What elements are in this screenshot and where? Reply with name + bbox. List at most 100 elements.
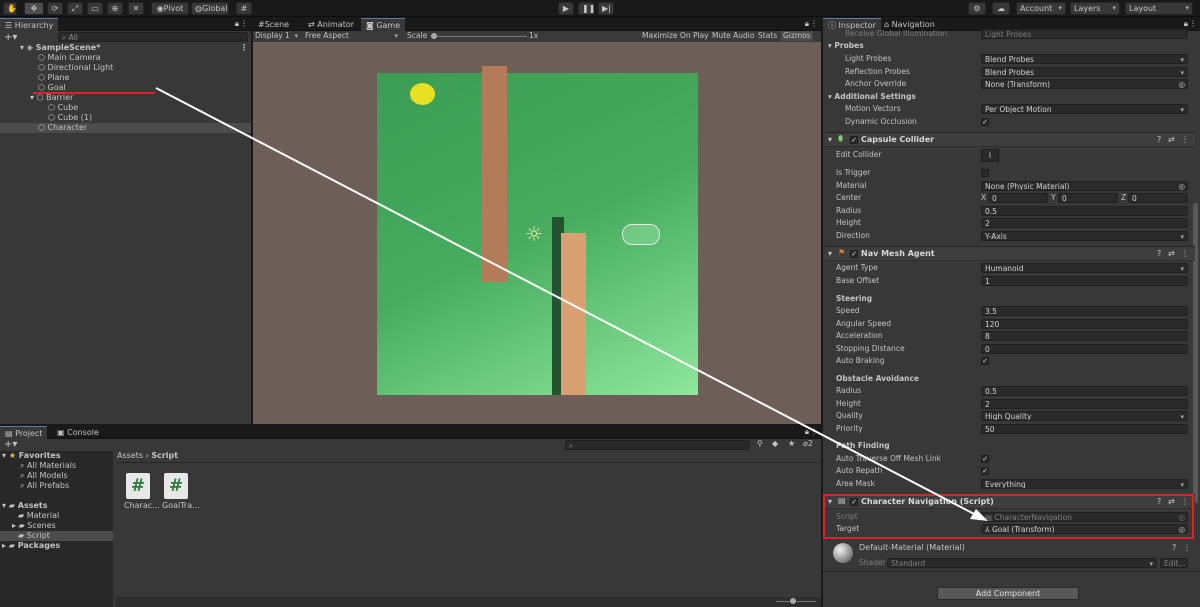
folder-script[interactable]: ▰ Script	[0, 531, 113, 541]
tab-game[interactable]: ◙ Game	[361, 18, 406, 31]
mute-audio-toggle[interactable]: Mute Audio	[712, 31, 754, 41]
object-picker-icon[interactable]: ◎	[1178, 80, 1185, 88]
filter-icon[interactable]: ⚲	[757, 439, 763, 448]
pause-button[interactable]: ❚❚	[578, 2, 595, 15]
icon-size-thumb[interactable]	[790, 598, 796, 604]
label-icon[interactable]: ◆	[772, 439, 778, 448]
quality-dropdown[interactable]: High Quality	[981, 411, 1188, 421]
navmesh-agent-header[interactable]: ▾ ⚑ ✓ Nav Mesh Agent ? ⇄ ⋮	[825, 246, 1195, 261]
favorites-folder[interactable]: ▾ ★ Favorites	[2, 451, 61, 461]
aspect-dropdown[interactable]: Free Aspect	[305, 31, 401, 41]
icon-size-slider[interactable]	[776, 598, 816, 604]
project-search-input[interactable]: ⌕	[565, 440, 750, 450]
tab-console[interactable]: ▣ Console	[52, 426, 104, 439]
fav-all-prefabs[interactable]: ⌕ All Prefabs	[20, 481, 69, 491]
motion-vectors-dropdown[interactable]: Per Object Motion	[981, 104, 1188, 114]
scale-slider-thumb[interactable]	[431, 33, 437, 39]
edit-collider-button[interactable]: ⌇	[981, 149, 999, 162]
gizmos-toggle[interactable]: Gizmos	[781, 31, 813, 41]
is-trigger-checkbox[interactable]	[981, 169, 989, 177]
hierarchy-item-character[interactable]: ⬡ Character	[0, 123, 251, 133]
pivot-toggle[interactable]: ◉Pivot	[151, 2, 189, 15]
hierarchy-item-cube-1[interactable]: ⬡ Cube (1)	[48, 113, 92, 123]
component-enabled-checkbox[interactable]: ✓	[850, 250, 858, 258]
hidden-count-icon[interactable]: ⌀2	[803, 439, 813, 448]
packages-folder[interactable]: ▸ ▰ Packages	[2, 541, 60, 551]
tab-project[interactable]: ▤ Project	[0, 426, 48, 439]
hierarchy-search-input[interactable]: ⌕ All	[58, 32, 248, 42]
scale-slider[interactable]	[431, 33, 527, 39]
hierarchy-item-barrier[interactable]: ▾ ⬡ Barrier	[30, 93, 73, 103]
add-component-button[interactable]: Add Component	[937, 587, 1079, 600]
inspector-lock-icon[interactable]: 🔒︎	[1184, 19, 1188, 29]
step-button[interactable]: ▶|	[598, 2, 614, 15]
project-add-icon[interactable]: +▾	[4, 439, 17, 450]
collapse-icon[interactable]: ▾	[828, 135, 832, 144]
dynamic-occlusion-checkbox[interactable]: ✓	[981, 118, 989, 126]
center-y-field[interactable]: 0	[1058, 193, 1118, 203]
acceleration-field[interactable]: 8	[981, 331, 1188, 341]
hierarchy-item-cube[interactable]: ⬡ Cube	[48, 103, 78, 113]
breadcrumb-assets[interactable]: Assets	[117, 451, 143, 460]
additional-settings-header[interactable]: ▾ Additional Settings	[828, 92, 916, 102]
game-viewport[interactable]: ☼	[253, 42, 821, 424]
folder-material[interactable]: ▰ Material	[18, 511, 59, 521]
material-help-icon[interactable]: ?	[1172, 543, 1176, 552]
move-tool-icon[interactable]: ✥	[24, 2, 44, 15]
inspector-menu-icon[interactable]: ⋮	[1189, 19, 1197, 28]
fav-all-materials[interactable]: ⌕ All Materials	[20, 461, 76, 471]
component-menu-icon[interactable]: ⋮	[1181, 249, 1189, 258]
transform-tool-icon[interactable]: ⊕	[107, 2, 123, 15]
scene-menu-icon[interactable]: ⋮	[240, 43, 248, 53]
layout-dropdown[interactable]: Layout	[1125, 2, 1193, 15]
agent-type-dropdown[interactable]: Humanoid	[981, 263, 1188, 273]
tab-scene[interactable]: #Scene	[253, 18, 294, 31]
priority-field[interactable]: 50	[981, 424, 1188, 434]
help-icon[interactable]: ?	[1157, 135, 1161, 144]
rotate-tool-icon[interactable]: ⟳	[47, 2, 63, 15]
angular-speed-field[interactable]: 120	[981, 319, 1188, 329]
probes-header[interactable]: ▾ Probes	[828, 41, 864, 51]
preset-icon[interactable]: ⇄	[1168, 249, 1175, 258]
material-menu-icon[interactable]: ⋮	[1183, 543, 1191, 552]
global-toggle[interactable]: ◍Global	[191, 2, 229, 15]
area-mask-dropdown[interactable]: Everything	[981, 479, 1188, 489]
hierarchy-item-main-camera[interactable]: ⬡ Main Camera	[38, 53, 101, 63]
game-lock-icon[interactable]: 🔒︎	[805, 19, 809, 29]
fav-all-models[interactable]: ⌕ All Models	[20, 471, 68, 481]
lock-icon[interactable]: 🔒︎	[235, 19, 239, 29]
script-file-icon[interactable]: #	[126, 473, 150, 499]
direction-dropdown[interactable]: Y-Axis	[981, 231, 1188, 241]
center-z-field[interactable]: 0	[1128, 193, 1188, 203]
capsule-collider-header[interactable]: ▾ ⬮ ✓ Capsule Collider ? ⇄ ⋮	[825, 132, 1195, 147]
stopping-distance-field[interactable]: 0	[981, 344, 1188, 354]
auto-repath-checkbox[interactable]: ✓	[981, 467, 989, 475]
light-probes-dropdown[interactable]: Blend Probes	[981, 54, 1188, 64]
play-button[interactable]: ▶	[558, 2, 574, 15]
add-icon[interactable]: +▾	[4, 32, 17, 43]
height-field[interactable]: 2	[981, 218, 1188, 228]
breadcrumb-script[interactable]: Script	[151, 451, 178, 460]
auto-traverse-checkbox[interactable]: ✓	[981, 455, 989, 463]
star-icon[interactable]: ★	[788, 439, 795, 448]
account-dropdown[interactable]: Account	[1016, 2, 1066, 15]
game-menu-icon[interactable]: ⋮	[810, 19, 818, 28]
layers-dropdown[interactable]: Layers	[1070, 2, 1120, 15]
help-icon[interactable]: ?	[1157, 249, 1161, 258]
shader-edit-button[interactable]: Edit...	[1160, 558, 1188, 568]
hierarchy-item-plane[interactable]: ⬡ Plane	[38, 73, 69, 83]
obstacle-height-field[interactable]: 2	[981, 399, 1188, 409]
receive-gi-value[interactable]: Light Probes	[981, 29, 1188, 39]
display-dropdown[interactable]: Display 1	[255, 31, 301, 41]
component-menu-icon[interactable]: ⋮	[1181, 135, 1189, 144]
script-file-icon[interactable]: #	[164, 473, 188, 499]
maximize-on-play-toggle[interactable]: Maximize On Play	[642, 31, 709, 41]
radius-field[interactable]: 0.5	[981, 206, 1188, 216]
folder-scenes[interactable]: ▸ ▰ Scenes	[12, 521, 56, 531]
cloud-icon[interactable]: ☁	[992, 2, 1010, 15]
rect-tool-icon[interactable]: ▭	[87, 2, 103, 15]
tab-hierarchy[interactable]: ☰ Hierarchy	[0, 18, 59, 31]
menu-icon[interactable]: ⋮	[240, 19, 248, 28]
scene-row[interactable]: ▾ ◈ SampleScene* ⋮	[20, 43, 251, 53]
collapse-icon[interactable]: ▾	[828, 249, 832, 258]
